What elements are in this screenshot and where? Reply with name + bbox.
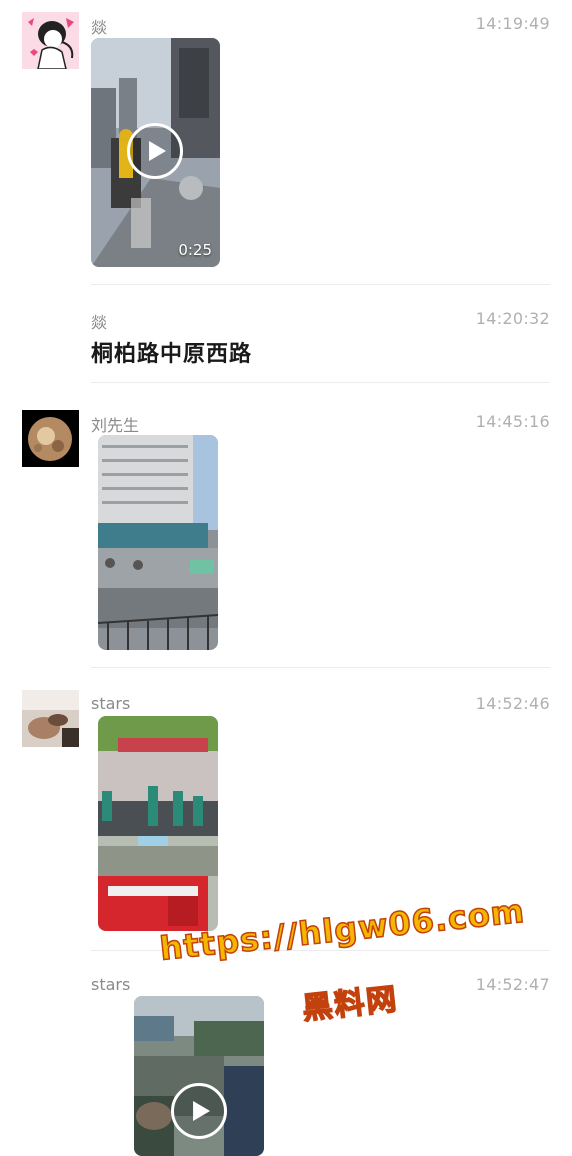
video-duration: 0:25 bbox=[178, 241, 212, 259]
sender-name: stars bbox=[91, 975, 131, 994]
image-thumbnail[interactable] bbox=[98, 435, 218, 650]
message-text[interactable]: 桐柏路中原西路 bbox=[91, 336, 252, 368]
sender-name: 燚 bbox=[91, 18, 108, 37]
message-1: 燚 14:19:49 0:25 bbox=[0, 0, 572, 285]
sender-name: stars bbox=[91, 694, 131, 713]
play-icon bbox=[193, 1101, 211, 1121]
video-thumbnail[interactable]: 0:25 bbox=[91, 38, 220, 267]
message-time: 14:20:32 bbox=[475, 309, 550, 328]
message-time: 14:52:47 bbox=[475, 975, 550, 994]
avatar-planet[interactable] bbox=[22, 410, 79, 467]
play-button[interactable] bbox=[127, 123, 183, 179]
play-icon bbox=[149, 141, 167, 161]
message-time: 14:52:46 bbox=[475, 694, 550, 713]
image-thumbnail[interactable] bbox=[98, 716, 218, 931]
video-thumbnail[interactable] bbox=[134, 996, 264, 1156]
message-5: stars 14:52:47 bbox=[0, 951, 572, 1156]
avatar-anime-girl[interactable] bbox=[22, 12, 79, 69]
message-3: 刘先生 14:45:16 bbox=[0, 383, 572, 668]
sender-name: 刘先生 bbox=[91, 416, 140, 435]
play-button[interactable] bbox=[171, 1083, 227, 1139]
message-time: 14:45:16 bbox=[475, 412, 550, 431]
avatar-photo[interactable] bbox=[22, 690, 79, 747]
sender-name: 燚 bbox=[91, 313, 108, 332]
message-time: 14:19:49 bbox=[475, 14, 550, 33]
message-2: 燚 14:20:32 桐柏路中原西路 bbox=[0, 285, 572, 383]
